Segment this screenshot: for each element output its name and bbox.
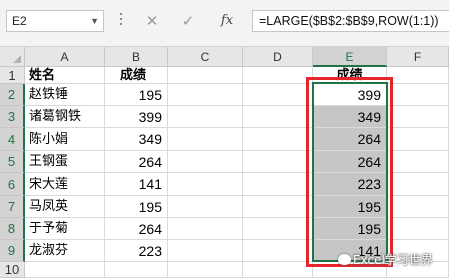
- cell-a6[interactable]: 宋大莲: [25, 173, 105, 196]
- cell-a1[interactable]: 姓名: [25, 67, 105, 84]
- watermark: Excel学习世界: [338, 251, 433, 269]
- formula-bar: E2 ▼ ✕ ✓ fx =LARGE($B$2:$B$9,ROW(1:1)): [0, 0, 449, 47]
- cell-a7[interactable]: 马凤英: [25, 196, 105, 218]
- cancel-icon[interactable]: ✕: [140, 10, 164, 32]
- cell-b7[interactable]: 195: [105, 196, 168, 218]
- cell-c9[interactable]: [168, 240, 243, 262]
- column-header-a[interactable]: A: [25, 47, 105, 67]
- enter-icon[interactable]: ✓: [176, 10, 200, 32]
- chat-bubble-icon: [338, 254, 351, 265]
- cell-f2[interactable]: [387, 84, 449, 106]
- name-box[interactable]: E2 ▼: [6, 10, 104, 32]
- cell-d2[interactable]: [243, 84, 313, 106]
- column-header-f[interactable]: F: [387, 47, 449, 67]
- select-all-button[interactable]: [0, 47, 25, 67]
- column-header-c[interactable]: C: [168, 47, 243, 67]
- name-box-value: E2: [12, 14, 27, 28]
- cell-d7[interactable]: [243, 196, 313, 218]
- cell-c2[interactable]: [168, 84, 243, 106]
- row-header-3[interactable]: 3: [0, 106, 25, 128]
- column-header-b[interactable]: B: [105, 47, 168, 67]
- cell-e2[interactable]: 399: [313, 84, 387, 106]
- cell-a5[interactable]: 王钢蛋: [25, 151, 105, 173]
- cell-a2[interactable]: 赵铁锤: [25, 84, 105, 106]
- cell-c10[interactable]: [168, 262, 243, 278]
- cell-e3[interactable]: 349: [313, 106, 387, 128]
- formula-input[interactable]: =LARGE($B$2:$B$9,ROW(1:1)): [252, 10, 449, 32]
- cell-d1[interactable]: [243, 67, 313, 84]
- cell-d8[interactable]: [243, 218, 313, 240]
- cell-c8[interactable]: [168, 218, 243, 240]
- insert-function-button[interactable]: fx: [215, 10, 239, 32]
- cell-d10[interactable]: [243, 262, 313, 278]
- cell-c6[interactable]: [168, 173, 243, 196]
- cell-e6[interactable]: 223: [313, 173, 387, 196]
- cell-f7[interactable]: [387, 196, 449, 218]
- cell-d3[interactable]: [243, 106, 313, 128]
- cell-f3[interactable]: [387, 106, 449, 128]
- drag-handle[interactable]: [120, 13, 123, 29]
- watermark-text: Excel学习世界: [353, 253, 433, 267]
- cell-a3[interactable]: 诸葛钢铁: [25, 106, 105, 128]
- cell-e5[interactable]: 264: [313, 151, 387, 173]
- cell-b9[interactable]: 223: [105, 240, 168, 262]
- row-header-6[interactable]: 6: [0, 173, 25, 196]
- row-header-1[interactable]: 1: [0, 67, 25, 84]
- cell-e7[interactable]: 195: [313, 196, 387, 218]
- column-header-d[interactable]: D: [243, 47, 313, 67]
- cell-d9[interactable]: [243, 240, 313, 262]
- row-header-8[interactable]: 8: [0, 218, 25, 240]
- cell-f4[interactable]: [387, 128, 449, 151]
- cell-c7[interactable]: [168, 196, 243, 218]
- cell-b8[interactable]: 264: [105, 218, 168, 240]
- row-header-9[interactable]: 9: [0, 240, 25, 262]
- cell-f1[interactable]: [387, 67, 449, 84]
- row-header-4[interactable]: 4: [0, 128, 25, 151]
- cell-a9[interactable]: 龙淑芬: [25, 240, 105, 262]
- cell-e1[interactable]: 成绩: [313, 67, 387, 84]
- cell-b5[interactable]: 264: [105, 151, 168, 173]
- row-header-7[interactable]: 7: [0, 196, 25, 218]
- cell-b3[interactable]: 399: [105, 106, 168, 128]
- cell-c3[interactable]: [168, 106, 243, 128]
- cell-a8[interactable]: 于予菊: [25, 218, 105, 240]
- cell-b2[interactable]: 195: [105, 84, 168, 106]
- column-header-e[interactable]: E: [313, 47, 387, 67]
- cell-f8[interactable]: [387, 218, 449, 240]
- cell-a10[interactable]: [25, 262, 105, 278]
- cell-b6[interactable]: 141: [105, 173, 168, 196]
- chevron-down-icon[interactable]: ▼: [90, 11, 99, 31]
- cell-c4[interactable]: [168, 128, 243, 151]
- cell-c5[interactable]: [168, 151, 243, 173]
- cell-c1[interactable]: [168, 67, 243, 84]
- row-header-2[interactable]: 2: [0, 84, 25, 106]
- cell-e4[interactable]: 264: [313, 128, 387, 151]
- cell-e8[interactable]: 195: [313, 218, 387, 240]
- cell-b1[interactable]: 成绩: [105, 67, 168, 84]
- cell-b4[interactable]: 349: [105, 128, 168, 151]
- row-header-5[interactable]: 5: [0, 151, 25, 173]
- cell-a4[interactable]: 陈小娟: [25, 128, 105, 151]
- cell-d5[interactable]: [243, 151, 313, 173]
- cell-d6[interactable]: [243, 173, 313, 196]
- cell-b10[interactable]: [105, 262, 168, 278]
- cell-f5[interactable]: [387, 151, 449, 173]
- cell-d4[interactable]: [243, 128, 313, 151]
- row-header-10[interactable]: 10: [0, 262, 25, 278]
- cell-f6[interactable]: [387, 173, 449, 196]
